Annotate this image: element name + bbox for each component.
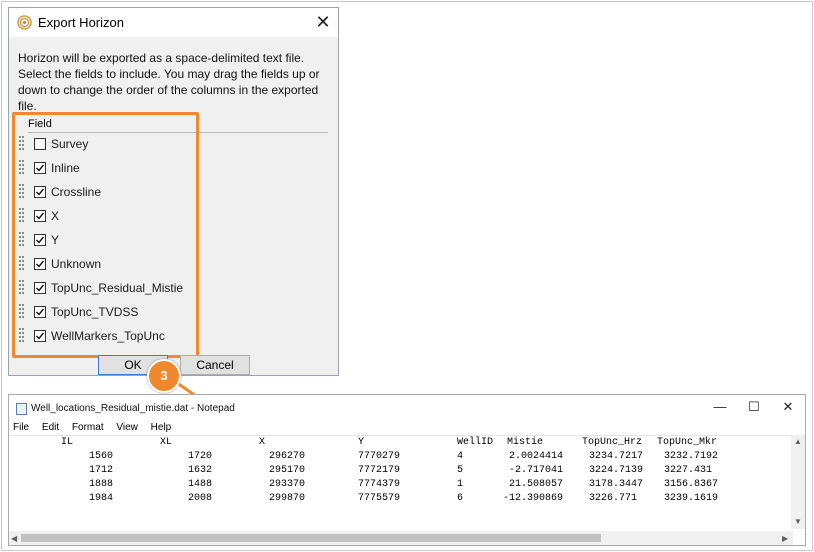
scroll-right-icon[interactable]: ▶ <box>782 534 788 543</box>
table-cell: 3227.431 <box>664 465 713 476</box>
table-cell: 3224.7139 <box>589 465 644 476</box>
table-cell: 3232.7192 <box>664 451 719 462</box>
table-cell: 295170 <box>269 465 306 476</box>
menu-edit[interactable]: Edit <box>42 422 59 433</box>
table-cell: 2.0024414 <box>508 451 563 462</box>
column-header: IL <box>61 437 74 448</box>
scroll-up-icon[interactable]: ▲ <box>794 437 802 446</box>
notepad-title: Well_locations_Residual_mistie.dat - Not… <box>31 403 235 414</box>
table-cell: 6 <box>457 493 464 504</box>
minimize-icon[interactable]: — <box>705 399 735 414</box>
table-cell: 7772179 <box>358 465 401 476</box>
horizontal-scroll-thumb[interactable] <box>21 534 601 542</box>
table-cell: 299870 <box>269 493 306 504</box>
table-cell: 1560 <box>88 451 113 462</box>
table-cell: 7775579 <box>358 493 401 504</box>
table-cell: 1888 <box>88 479 113 490</box>
menu-format[interactable]: Format <box>72 422 104 433</box>
table-cell: 7774379 <box>358 479 401 490</box>
table-cell: 1488 <box>187 479 212 490</box>
scroll-down-icon[interactable]: ▼ <box>794 517 802 526</box>
vertical-scrollbar[interactable]: ▲ ▼ <box>791 435 805 529</box>
table-cell: 21.508057 <box>508 479 563 490</box>
table-cell: 3239.1619 <box>664 493 719 504</box>
table-cell: 1632 <box>187 465 212 476</box>
column-header: WellID <box>457 437 494 448</box>
table-cell: 3156.8367 <box>664 479 719 490</box>
table-cell: 2008 <box>187 493 212 504</box>
maximize-icon[interactable]: ☐ <box>739 399 769 415</box>
notepad-menubar: File Edit Format View Help <box>13 422 181 433</box>
table-cell: 1 <box>457 479 464 490</box>
column-header: XL <box>160 437 173 448</box>
table-cell: 296270 <box>269 451 306 462</box>
menu-view[interactable]: View <box>116 422 138 433</box>
menu-file[interactable]: File <box>13 422 29 433</box>
table-cell: -2.717041 <box>508 465 563 476</box>
column-header: X <box>259 437 266 448</box>
table-cell: 7770279 <box>358 451 401 462</box>
column-header: TopUnc_Mkr <box>657 437 718 448</box>
step-number-badge: 3 <box>147 359 181 393</box>
table-cell: 5 <box>457 465 464 476</box>
column-header: Y <box>358 437 365 448</box>
column-header: TopUnc_Hrz <box>582 437 643 448</box>
table-cell: 4 <box>457 451 464 462</box>
column-header: Mistie <box>507 437 544 448</box>
table-cell: 293370 <box>269 479 306 490</box>
notepad-window: Well_locations_Residual_mistie.dat - Not… <box>8 394 806 546</box>
notepad-text-area[interactable]: IL XL X Y WellID Mistie TopUnc_Hrz TopUnc_Mkr 15… <box>9 435 793 530</box>
scroll-left-icon[interactable]: ◀ <box>11 534 17 543</box>
notepad-icon <box>16 403 27 415</box>
table-cell: 1712 <box>88 465 113 476</box>
table-cell: -12.390869 <box>502 493 563 504</box>
horizontal-scrollbar[interactable]: ◀ ▶ <box>9 531 793 545</box>
table-cell: 3178.3447 <box>589 479 644 490</box>
table-cell: 1984 <box>88 493 113 504</box>
table-cell: 1720 <box>187 451 212 462</box>
menu-help[interactable]: Help <box>151 422 172 433</box>
notepad-close-icon[interactable]: ✕ <box>773 399 803 415</box>
table-cell: 3234.7217 <box>589 451 644 462</box>
table-cell: 3226.771 <box>589 493 638 504</box>
